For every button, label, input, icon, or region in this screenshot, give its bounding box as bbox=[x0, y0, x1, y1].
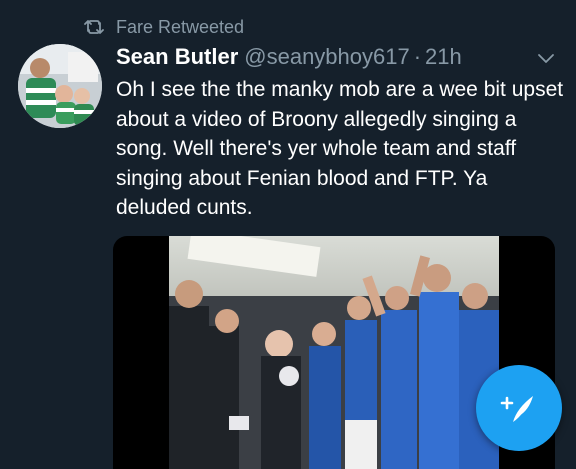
avatar-image bbox=[18, 44, 102, 128]
tweet-text: Oh I see the the manky mob are a wee bit… bbox=[116, 78, 564, 219]
chevron-down-icon[interactable] bbox=[536, 52, 556, 66]
header-separator: · bbox=[413, 44, 422, 69]
compose-tweet-icon bbox=[500, 396, 533, 422]
compose-tweet-button[interactable] bbox=[476, 365, 562, 451]
video-thumbnail bbox=[169, 236, 499, 469]
author-avatar[interactable] bbox=[18, 44, 102, 128]
retweet-context: Fare Retweeted bbox=[84, 16, 244, 38]
tweet-timestamp[interactable]: 21h bbox=[425, 44, 462, 70]
retweet-label: Fare Retweeted bbox=[116, 16, 245, 37]
author-handle[interactable]: @seanybhoy617 bbox=[244, 44, 409, 70]
tweet-header: Sean Butler @seanybhoy617 · 21h bbox=[116, 44, 462, 70]
retweet-icon bbox=[84, 20, 104, 34]
author-name[interactable]: Sean Butler bbox=[116, 44, 238, 70]
